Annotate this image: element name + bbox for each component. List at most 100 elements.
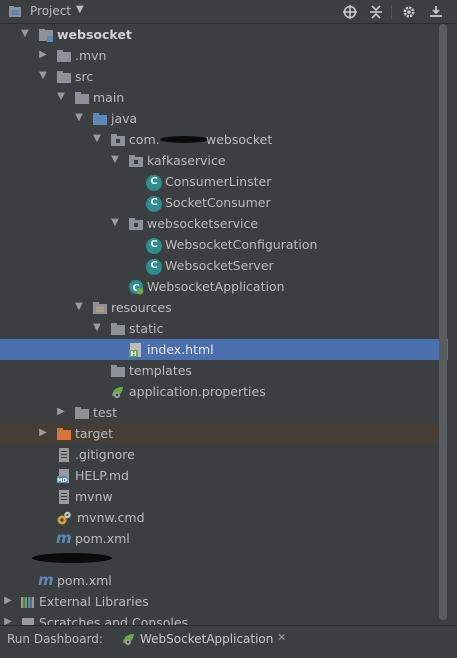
collapsed-arrow-icon[interactable]: ▶: [37, 47, 49, 63]
tree-item-index-html[interactable]: H index.html: [0, 339, 448, 360]
folder-icon: [57, 50, 71, 62]
project-toolbar: Project ▼: [0, 0, 457, 24]
markdown-file-icon: MD: [57, 469, 69, 484]
tree-item-websocketservice[interactable]: ▼ websocketservice: [0, 213, 448, 234]
tree-item-help-md[interactable]: MD HELP.md: [0, 465, 448, 486]
tree-item-static[interactable]: ▼ static: [0, 318, 448, 339]
tree-item-websocket[interactable]: ▼ websocket: [0, 24, 448, 45]
scrollbar-thumb[interactable]: [439, 24, 447, 620]
tree-item-pom-xml[interactable]: m pom.xml: [0, 528, 448, 549]
text-file-icon: [59, 490, 69, 504]
text-file-icon: [59, 448, 69, 462]
tree-item-label-suffix: websocket: [206, 132, 273, 147]
target-icon[interactable]: [342, 4, 358, 20]
svg-text:MD: MD: [57, 478, 67, 484]
tree-item-java[interactable]: ▼ java: [0, 108, 448, 129]
tree-item-package-root[interactable]: ▼ com. websocket: [0, 129, 448, 150]
tree-item-templates[interactable]: templates: [0, 360, 448, 381]
tree-item-scratches[interactable]: ▶ Scratches and Consoles: [0, 612, 448, 625]
tree-item-label: main: [93, 90, 125, 105]
project-tree[interactable]: ▼ websocket ▶ .mvn ▼ src ▼ main ▼ java ▼…: [0, 24, 448, 625]
tree-item-label: target: [75, 426, 114, 441]
tree-item-label: templates: [129, 363, 192, 378]
tree-item-src[interactable]: ▼ src: [0, 66, 448, 87]
tree-item-label: Scratches and Consoles: [39, 615, 189, 625]
expanded-arrow-icon[interactable]: ▼: [73, 110, 85, 126]
svg-text:H: H: [131, 350, 137, 358]
tree-item-pom-xml-root[interactable]: m pom.xml: [0, 570, 448, 591]
tree-item-test[interactable]: ▶ test: [0, 402, 448, 423]
tree-item-application-properties[interactable]: application.properties: [0, 381, 448, 402]
class-icon: C: [146, 259, 162, 275]
tree-item-label: java: [111, 111, 138, 126]
folder-icon: [111, 323, 125, 335]
tree-item-consumerlinster[interactable]: C ConsumerLinster: [0, 171, 448, 192]
hide-icon[interactable]: [428, 4, 444, 20]
project-folder-icon: [9, 6, 21, 17]
expanded-arrow-icon[interactable]: ▼: [91, 131, 103, 147]
tree-item-label: pom.xml: [75, 531, 130, 546]
project-view-title[interactable]: Project: [30, 4, 71, 18]
tree-item-socketconsumer[interactable]: C SocketConsumer: [0, 192, 448, 213]
maven-file-icon: m: [56, 529, 72, 547]
tree-item-mvnw-cmd[interactable]: mvnw.cmd: [0, 507, 448, 528]
tree-item-label: WebsocketApplication: [147, 279, 285, 294]
tree-item-redacted[interactable]: [0, 549, 448, 570]
redaction-scribble: [160, 136, 208, 143]
collapsed-arrow-icon[interactable]: ▶: [2, 593, 14, 609]
chevron-down-icon[interactable]: ▼: [76, 4, 84, 15]
package-icon: [129, 218, 143, 230]
tree-item-mvnw[interactable]: mvnw: [0, 486, 448, 507]
run-tab-label: WebSocketApplication: [140, 632, 274, 646]
collapsed-arrow-icon[interactable]: ▶: [2, 614, 14, 625]
toolbar-divider: [391, 5, 392, 19]
spring-class-icon: C: [129, 280, 144, 295]
excluded-folder-icon: [57, 428, 71, 440]
tree-item-target[interactable]: ▶ target: [0, 423, 448, 444]
tree-item-label: resources: [111, 300, 172, 315]
tree-item-websocketconfiguration[interactable]: C WebsocketConfiguration: [0, 234, 448, 255]
tree-item-websocketapplication[interactable]: C WebsocketApplication: [0, 276, 448, 297]
tree-item-gitignore[interactable]: .gitignore: [0, 444, 448, 465]
tree-item-label: application.properties: [129, 384, 266, 399]
spring-boot-icon: [123, 634, 134, 645]
tree-item-main[interactable]: ▼ main: [0, 87, 448, 108]
expanded-arrow-icon[interactable]: ▼: [109, 215, 121, 231]
properties-file-icon: [112, 387, 123, 399]
folder-icon: [111, 365, 125, 377]
vertical-scrollbar[interactable]: [439, 24, 447, 620]
tree-item-external-libraries[interactable]: ▶ External Libraries: [0, 591, 448, 612]
tree-item-kafkaservice[interactable]: ▼ kafkaservice: [0, 150, 448, 171]
libraries-icon: [21, 597, 34, 608]
collapsed-arrow-icon[interactable]: ▶: [37, 425, 49, 441]
tree-item-resources[interactable]: ▼ resources: [0, 297, 448, 318]
tree-item-label: kafkaservice: [147, 153, 226, 168]
tree-item-label: websocket: [57, 27, 132, 42]
expanded-arrow-icon[interactable]: ▼: [55, 89, 67, 105]
collapsed-arrow-icon[interactable]: ▶: [55, 404, 67, 420]
expanded-arrow-icon[interactable]: ▼: [37, 68, 49, 84]
run-tab-websocketapplication[interactable]: WebSocketApplication ✕: [114, 626, 294, 650]
collapse-all-icon[interactable]: [368, 4, 384, 20]
expanded-arrow-icon[interactable]: ▼: [91, 320, 103, 336]
tree-item-label: websocketservice: [147, 216, 259, 231]
tree-item-label: External Libraries: [39, 594, 149, 609]
expanded-arrow-icon[interactable]: ▼: [73, 299, 85, 315]
expanded-arrow-icon[interactable]: ▼: [19, 26, 31, 42]
tree-item-label: src: [75, 69, 94, 84]
tree-item-label: com.: [129, 132, 160, 147]
gear-icon[interactable]: [401, 4, 417, 20]
tree-item-websocketserver[interactable]: C WebsocketServer: [0, 255, 448, 276]
cmd-file-icon: [57, 511, 71, 525]
folder-icon: [75, 92, 89, 104]
tree-item-mvn[interactable]: ▶ .mvn: [0, 45, 448, 66]
tree-item-label: test: [93, 405, 118, 420]
redaction-scribble: [32, 553, 112, 563]
maven-file-icon: m: [38, 571, 54, 589]
package-icon: [111, 134, 125, 146]
close-icon[interactable]: ✕: [277, 631, 286, 644]
expanded-arrow-icon[interactable]: ▼: [109, 152, 121, 168]
tree-item-label: pom.xml: [57, 573, 112, 588]
tree-item-label: HELP.md: [75, 468, 129, 483]
tree-item-label: static: [129, 321, 164, 336]
